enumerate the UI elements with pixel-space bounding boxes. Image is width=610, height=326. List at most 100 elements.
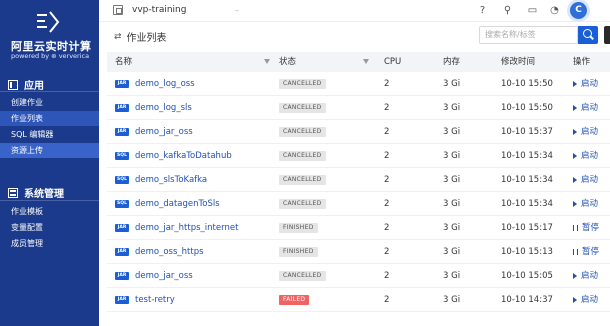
job-name-link[interactable]: demo_jar_https_internet xyxy=(135,216,238,240)
status-badge: FINISHED xyxy=(279,247,318,257)
row-action-button[interactable]: 启动 xyxy=(573,120,598,144)
job-name-link[interactable]: demo_jar_oss xyxy=(135,120,193,144)
section-app: 应用 xyxy=(8,77,44,92)
modified-time: 10-10 15:50 xyxy=(501,103,553,113)
top-bar: vvp-training – ? ⚲ ▭ ◔ C xyxy=(99,0,610,22)
table-row[interactable]: SQL demo_datagenToSls CANCELLED 2 3 Gi 10-10 … xyxy=(107,192,610,216)
page-title-text: 作业列表 xyxy=(126,33,167,44)
table-row[interactable]: JAR demo_log_oss CANCELLED 2 3 Gi 10-10 15:50… xyxy=(107,72,610,96)
project-selector[interactable]: vvp-training xyxy=(132,5,186,15)
job-type-badge: SQL xyxy=(115,200,129,208)
table-row[interactable]: JAR demo_oss_https FINISHED 2 3 Gi 10-10 15:1… xyxy=(107,240,610,264)
sidebar-item-sql-editor[interactable]: SQL 编辑器 xyxy=(0,127,99,142)
sidebar-item-resource-upload[interactable]: 资源上传 xyxy=(0,143,99,158)
memory-value: 3 Gi xyxy=(443,151,461,161)
sidebar-item-job-template[interactable]: 作业模板 xyxy=(0,204,99,219)
row-action-label: 暂停 xyxy=(582,223,600,233)
job-name-link[interactable]: test-retry xyxy=(135,288,175,312)
cpu-value: 2 xyxy=(384,79,390,89)
play-icon xyxy=(573,153,577,159)
row-action-label: 启动 xyxy=(581,151,599,161)
row-action-button[interactable]: 启动 xyxy=(573,168,598,192)
col-modified[interactable]: 修改时间 xyxy=(501,52,535,72)
col-cpu[interactable]: CPU xyxy=(384,52,401,72)
status-badge: CANCELLED xyxy=(279,151,326,161)
sidebar-divider xyxy=(0,91,99,92)
help-icon[interactable]: ? xyxy=(476,4,489,17)
job-name-link[interactable]: demo_log_sls xyxy=(135,96,192,120)
table-row[interactable]: JAR demo_jar_oss CANCELLED 2 3 Gi 10-10 15:37… xyxy=(107,120,610,144)
tshirt-icon[interactable]: ⚲ xyxy=(501,4,514,17)
memory-value: 3 Gi xyxy=(443,127,461,137)
modified-time: 10-10 15:05 xyxy=(501,271,553,281)
modified-time: 10-10 15:37 xyxy=(501,127,553,137)
job-name-link[interactable]: demo_slsToKafka xyxy=(135,168,207,192)
filter-icon[interactable] xyxy=(363,59,369,64)
table-row[interactable]: JAR test-retry FAILED 2 3 Gi 10-10 14:37 启动 xyxy=(107,288,610,312)
row-action-button[interactable]: 启动 xyxy=(573,288,598,312)
job-name-link[interactable]: demo_datagenToSls xyxy=(135,192,220,216)
job-name-link[interactable]: demo_kafkaToDatahub xyxy=(135,144,232,168)
row-action-button[interactable]: 启动 xyxy=(573,96,598,120)
row-action-label: 启动 xyxy=(581,199,599,209)
job-name-link[interactable]: demo_jar_oss xyxy=(135,264,193,288)
status-badge: FAILED xyxy=(279,295,310,305)
job-type-badge: JAR xyxy=(115,128,129,136)
job-type-badge: JAR xyxy=(115,224,129,232)
job-name-link[interactable]: demo_log_oss xyxy=(135,72,195,96)
cpu-value: 2 xyxy=(384,199,390,209)
table-row[interactable]: SQL demo_kafkaToDatahub CANCELLED 2 3 Gi 10-1… xyxy=(107,144,610,168)
memory-value: 3 Gi xyxy=(443,79,461,89)
section-system: 系统管理 xyxy=(8,185,64,200)
notification-icon[interactable]: ◔ xyxy=(548,4,561,17)
sidebar-item-variable-config[interactable]: 变量配置 xyxy=(0,220,99,235)
row-action-button[interactable]: 启动 xyxy=(573,144,598,168)
job-list-icon: ⇄ xyxy=(114,31,122,42)
table-row[interactable]: SQL demo_slsToKafka CANCELLED 2 3 Gi 10-10 15… xyxy=(107,168,610,192)
avatar[interactable]: C xyxy=(570,2,587,19)
col-status[interactable]: 状态 xyxy=(279,52,296,72)
filter-icon[interactable] xyxy=(264,59,270,64)
row-action-label: 启动 xyxy=(581,103,599,113)
row-action-button[interactable]: 暂停 xyxy=(573,240,599,264)
status-badge: CANCELLED xyxy=(279,127,326,137)
play-icon xyxy=(573,297,577,303)
row-action-button[interactable]: 暂停 xyxy=(573,216,599,240)
sidebar-item-create-job[interactable]: 创建作业 xyxy=(0,95,99,110)
panel-toggle[interactable] xyxy=(604,26,610,44)
job-type-badge: JAR xyxy=(115,248,129,256)
memory-value: 3 Gi xyxy=(443,223,461,233)
table-header: 名称 状态 CPU 内存 修改时间 操作 xyxy=(107,52,610,72)
document-icon[interactable]: ▭ xyxy=(526,4,539,17)
modified-time: 10-10 15:13 xyxy=(501,247,553,257)
search-button[interactable] xyxy=(578,26,598,44)
sidebar: 阿里云实时计算 powered by ⊛ ververica 应用 创建作业 作… xyxy=(0,0,99,326)
job-name-link[interactable]: demo_oss_https xyxy=(135,240,204,264)
brand-subtitle: powered by ⊛ ververica xyxy=(11,52,90,60)
system-section-icon xyxy=(8,187,18,198)
row-action-button[interactable]: 启动 xyxy=(573,192,598,216)
pause-icon xyxy=(573,249,578,255)
row-action-button[interactable]: 启动 xyxy=(573,72,598,96)
row-action-label: 暂停 xyxy=(582,247,600,257)
section-system-label: 系统管理 xyxy=(24,189,64,200)
status-badge: CANCELLED xyxy=(279,103,326,113)
col-memory[interactable]: 内存 xyxy=(443,52,460,72)
row-action-button[interactable]: 启动 xyxy=(573,264,598,288)
modified-time: 10-10 15:34 xyxy=(501,151,553,161)
chevron-down-icon[interactable]: – xyxy=(235,6,239,15)
search-input[interactable]: 搜索名称/标签 xyxy=(479,26,578,44)
sidebar-item-job-list[interactable]: 作业列表 xyxy=(0,111,99,126)
sidebar-item-member-management[interactable]: 成员管理 xyxy=(0,236,99,251)
table-row[interactable]: JAR demo_jar_oss CANCELLED 2 3 Gi 10-10 15:05… xyxy=(107,264,610,288)
table-row[interactable]: JAR demo_jar_https_internet FINISHED 2 3 Gi 1… xyxy=(107,216,610,240)
table-row[interactable]: JAR demo_log_sls CANCELLED 2 3 Gi 10-10 15:50… xyxy=(107,96,610,120)
col-name[interactable]: 名称 xyxy=(115,52,132,72)
play-icon xyxy=(573,129,577,135)
brand: 阿里云实时计算 powered by ⊛ ververica xyxy=(0,0,99,70)
play-icon xyxy=(573,105,577,111)
play-icon xyxy=(573,273,577,279)
page-title: ⇄ 作业列表 xyxy=(114,29,167,45)
memory-value: 3 Gi xyxy=(443,103,461,113)
row-action-label: 启动 xyxy=(581,271,599,281)
